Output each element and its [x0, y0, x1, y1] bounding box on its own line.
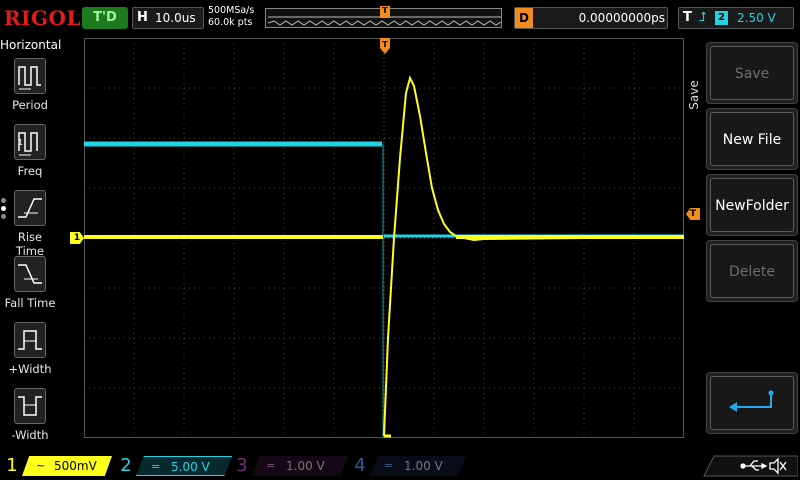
horizontal-measure-menu: Horizontal Period 1 Freq Rise Time Fall … — [0, 36, 62, 450]
save-menu-tab: Save — [686, 62, 702, 132]
trigger-level-value: 2.50 V — [737, 11, 776, 25]
waveform-display[interactable] — [84, 38, 684, 438]
measure-fall-time[interactable]: Fall Time — [2, 252, 58, 316]
channel1-trace — [84, 75, 684, 438]
timebase-box[interactable]: H 10.0us — [132, 7, 204, 29]
channel4-number: 4 — [354, 455, 366, 476]
timebase-label: H — [137, 10, 148, 25]
trigger-box[interactable]: T ⮥ 2 2.50 V — [678, 7, 794, 29]
delete-button-label: Delete — [710, 244, 794, 298]
measure-frequency[interactable]: 1 Freq — [2, 120, 58, 184]
system-icons — [700, 454, 799, 478]
channel3-coupling: = — [266, 459, 276, 472]
rise-time-icon — [14, 190, 46, 226]
top-status-bar: RIGOL T'D H 10.0us 500MSa/s 60.0k pts T … — [0, 0, 800, 36]
channel3-number: 3 — [236, 455, 248, 476]
measure-positive-width-label: +Width — [8, 362, 52, 376]
sample-rate: 500MSa/s — [208, 5, 255, 16]
measure-frequency-label: Freq — [17, 164, 43, 178]
delay-label: D — [515, 8, 533, 28]
measure-period[interactable]: Period — [2, 54, 58, 118]
measure-fall-time-label: Fall Time — [4, 296, 56, 310]
trigger-source: 2 — [715, 11, 728, 25]
memory-overview[interactable]: T — [265, 6, 502, 28]
trigger-position-label: T — [382, 40, 388, 49]
save-button-label: Save — [710, 46, 794, 100]
channel3-status[interactable]: 3 = 1.00 V — [234, 454, 348, 478]
period-icon — [14, 58, 46, 94]
menu-title: Horizontal — [0, 38, 62, 52]
trigger-label: T — [683, 10, 692, 25]
fall-time-icon — [14, 256, 46, 292]
measure-negative-width-label: -Width — [11, 428, 49, 442]
rising-edge-icon: ⮥ — [699, 10, 707, 25]
frequency-icon: 1 — [14, 124, 46, 160]
measure-negative-width[interactable]: -Width — [2, 384, 58, 448]
channel1-number: 1 — [6, 455, 18, 476]
channel2-status[interactable]: 2 = 5.00 V — [118, 454, 232, 478]
delay-value: 0.00000000ps — [578, 11, 665, 25]
new-folder-button-label: NewFolder — [710, 178, 794, 232]
channel-status-bar: 1 ~ 500mV 2 = 5.00 V 3 = 1.00 V 4 = 1.00… — [0, 452, 800, 480]
channel4-status[interactable]: 4 = 1.00 V — [352, 454, 466, 478]
new-folder-button[interactable]: NewFolder — [706, 174, 798, 236]
channel1-ground-marker[interactable]: 1 — [70, 232, 84, 244]
measure-positive-width[interactable]: +Width — [2, 318, 58, 382]
channel1-scale: 500mV — [54, 459, 97, 473]
svg-text:1: 1 — [18, 138, 23, 147]
save-button[interactable]: Save — [706, 42, 798, 104]
save-menu-tab-label: Save — [687, 80, 701, 110]
rigol-logo: RIGOL — [4, 6, 82, 30]
new-file-button-label: New File — [710, 112, 794, 166]
acquisition-info: 500MSa/s 60.0k pts — [208, 5, 264, 31]
memory-trigger-marker: T — [380, 6, 390, 18]
channel1-status[interactable]: 1 ~ 500mV — [4, 454, 114, 478]
channel2-number: 2 — [120, 455, 132, 476]
channel4-scale: 1.00 V — [404, 459, 443, 473]
return-button[interactable] — [706, 372, 798, 434]
measure-period-label: Period — [12, 98, 48, 112]
channel4-coupling: = — [384, 459, 394, 472]
channel1-coupling: ~ — [36, 459, 46, 472]
negative-width-icon — [14, 388, 46, 424]
channel3-scale: 1.00 V — [286, 459, 325, 473]
run-status-badge[interactable]: T'D — [82, 7, 128, 29]
horizontal-delay-box[interactable]: D 0.00000000ps — [514, 7, 668, 29]
return-icon — [729, 390, 774, 412]
timebase-value: 10.0us — [155, 11, 196, 25]
channel2-coupling: = — [151, 460, 161, 473]
new-file-button[interactable]: New File — [706, 108, 798, 170]
save-menu: Save Save New File NewFolder Delete — [686, 38, 800, 450]
trigger-position-marker[interactable]: T — [380, 38, 390, 54]
memory-depth: 60.0k pts — [208, 17, 253, 28]
measure-rise-time[interactable]: Rise Time — [2, 186, 58, 258]
positive-width-icon — [14, 322, 46, 358]
delete-button[interactable]: Delete — [706, 240, 798, 302]
channel2-scale: 5.00 V — [171, 460, 210, 474]
